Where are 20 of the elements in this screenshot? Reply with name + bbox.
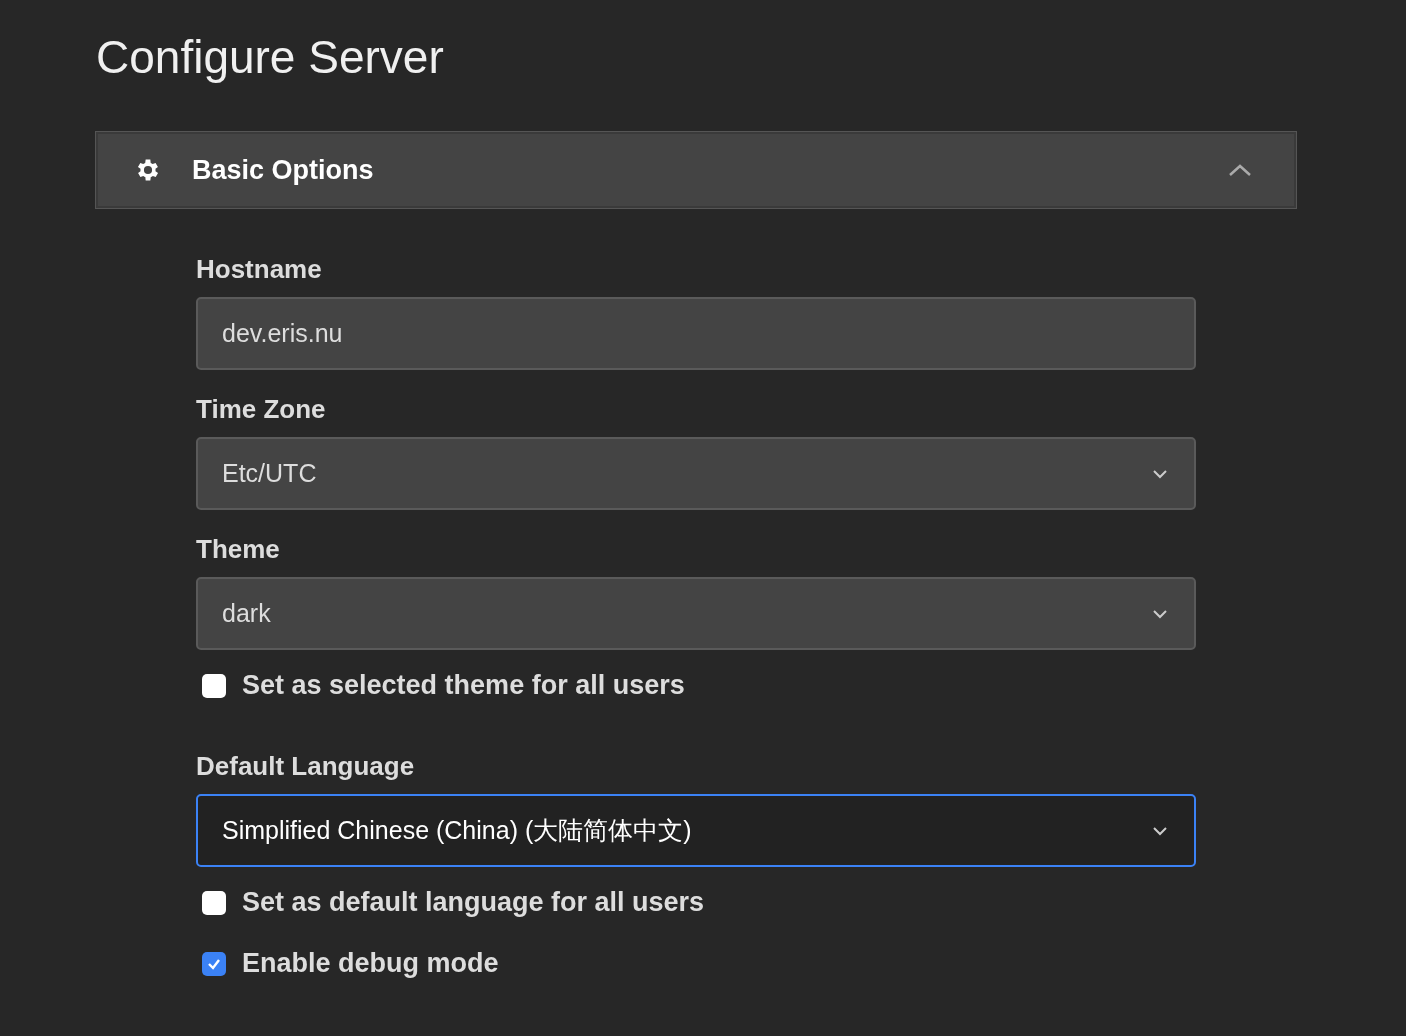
chevron-down-icon [1152,608,1168,619]
checkbox-label: Enable debug mode [242,948,499,979]
input-field[interactable]: dev.eris.nu [196,297,1196,370]
panel-header[interactable]: Basic Options [96,132,1296,208]
checkbox[interactable] [202,890,226,915]
dropdown[interactable]: dark [196,577,1196,650]
field-label: Theme [196,534,281,565]
checkbox-label: Set as selected theme for all users [242,670,685,701]
dropdown[interactable]: Simplified Chinese (China) (大陆简体中文) [196,794,1196,867]
checkbox[interactable] [202,951,226,976]
field-label: Default Language [196,751,416,782]
dropdown[interactable]: Etc/UTC [196,437,1196,510]
chevron-down-icon [1152,468,1168,479]
field-label: Time Zone [196,394,327,425]
page-title: Configure Server [96,30,445,85]
chevron-icon [1228,163,1252,177]
field-label: Hostname [196,254,323,285]
checkbox[interactable] [202,673,226,698]
checkbox-label: Set as default language for all users [242,887,705,918]
chevron-down-icon [1152,825,1168,836]
